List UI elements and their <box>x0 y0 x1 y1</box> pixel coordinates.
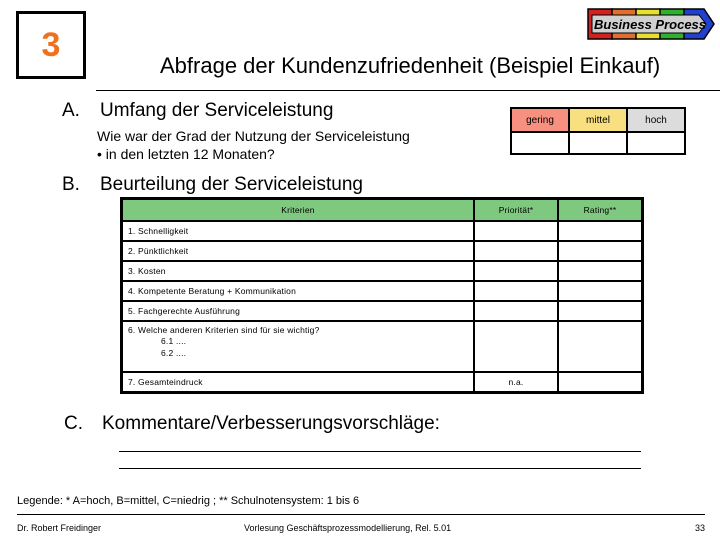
slide-number-box: 3 <box>16 11 86 79</box>
rating-cell[interactable] <box>557 300 644 322</box>
usage-scale-header: gering mittel hoch <box>510 107 686 133</box>
section-c-title: Kommentare/Verbesserungsvorschläge: <box>102 413 440 434</box>
table-row: 3. Kosten <box>120 260 644 282</box>
footer-course: Vorlesung Geschäftsprozessmodellierung, … <box>244 523 452 533</box>
criterion-label: 1. Schnelligkeit <box>120 220 475 242</box>
business-process-label: Business Process <box>594 17 707 32</box>
criterion-label: 2. Pünktlichkeit <box>120 240 475 262</box>
priority-cell[interactable] <box>473 260 559 282</box>
column-header-criteria: Kriterien <box>120 197 475 222</box>
slide-title: Abfrage der Kundenzufriedenheit (Beispie… <box>160 53 661 78</box>
criterion-sub-item[interactable]: 6.2 .... <box>128 347 468 359</box>
footer-page-number: 33 <box>695 523 706 533</box>
table-row: 6. Welche anderen Kriterien sind für sie… <box>120 320 644 373</box>
section-a-title: Umfang der Serviceleistung <box>100 100 334 121</box>
section-a-letter: A. <box>62 100 80 121</box>
usage-mittel-label: mittel <box>568 107 628 133</box>
criterion-label: 4. Kompetente Beratung + Kommunikation <box>120 280 475 302</box>
footer-divider <box>17 514 705 515</box>
table-row: 4. Kompetente Beratung + Kommunikation <box>120 280 644 302</box>
rating-table-header: Kriterien Priorität* Rating** <box>120 197 644 222</box>
priority-cell: n.a. <box>473 371 559 394</box>
legend-text: Legende: * A=hoch, B=mittel, C=niedrig ;… <box>17 495 360 507</box>
section-c-heading: C. Kommentare/Verbesserungsvorschläge: <box>64 413 440 435</box>
comment-line-2[interactable] <box>119 468 641 469</box>
column-header-rating: Rating** <box>557 197 644 222</box>
rating-cell[interactable] <box>557 371 644 394</box>
comment-line-1[interactable] <box>119 451 641 452</box>
table-row: 1. Schnelligkeit <box>120 220 644 242</box>
criterion-label: 6. Welche anderen Kriterien sind für sie… <box>128 325 320 335</box>
section-b-heading: B. Beurteilung der Serviceleistung <box>62 174 363 196</box>
priority-cell[interactable] <box>473 320 559 373</box>
rating-cell[interactable] <box>557 220 644 242</box>
section-b-letter: B. <box>62 174 80 195</box>
usage-hoch-cell[interactable] <box>626 131 686 155</box>
table-row: 2. Pünktlichkeit <box>120 240 644 262</box>
priority-cell[interactable] <box>473 300 559 322</box>
slide-number: 3 <box>41 25 61 64</box>
title-divider <box>96 90 720 91</box>
usage-scale-values <box>510 131 686 155</box>
criterion-label: 7. Gesamteindruck <box>120 371 475 394</box>
usage-hoch-label: hoch <box>626 107 686 133</box>
rating-cell[interactable] <box>557 320 644 373</box>
footer-author: Dr. Robert Freidinger <box>17 523 102 533</box>
rating-cell[interactable] <box>557 240 644 262</box>
section-a-question: Wie war der Grad der Nutzung der Service… <box>97 127 410 163</box>
usage-gering-cell[interactable] <box>510 131 570 155</box>
section-c-letter: C. <box>64 413 83 434</box>
usage-gering-label: gering <box>510 107 570 133</box>
rating-cell[interactable] <box>557 280 644 302</box>
table-row: 5. Fachgerechte Ausführung <box>120 300 644 322</box>
business-process-logo: Business Process <box>586 6 716 42</box>
table-row: 7. Gesamteindruck n.a. <box>120 371 644 394</box>
rating-table: Kriterien Priorität* Rating** 1. Schnell… <box>120 197 644 394</box>
criterion-label: 5. Fachgerechte Ausführung <box>120 300 475 322</box>
criterion-cell-other: 6. Welche anderen Kriterien sind für sie… <box>120 320 475 373</box>
usage-mittel-cell[interactable] <box>568 131 628 155</box>
section-b-title: Beurteilung der Serviceleistung <box>100 174 363 195</box>
question-line-1: Wie war der Grad der Nutzung der Service… <box>97 128 410 144</box>
priority-cell[interactable] <box>473 280 559 302</box>
priority-cell[interactable] <box>473 240 559 262</box>
rating-cell[interactable] <box>557 260 644 282</box>
usage-scale-table: gering mittel hoch <box>510 107 686 155</box>
priority-cell[interactable] <box>473 220 559 242</box>
question-line-2: • in den letzten 12 Monaten? <box>97 146 275 162</box>
column-header-priority: Priorität* <box>473 197 559 222</box>
criterion-sub-item[interactable]: 6.1 .... <box>128 335 468 347</box>
section-a-heading: A. Umfang der Serviceleistung <box>62 100 333 122</box>
criterion-label: 3. Kosten <box>120 260 475 282</box>
